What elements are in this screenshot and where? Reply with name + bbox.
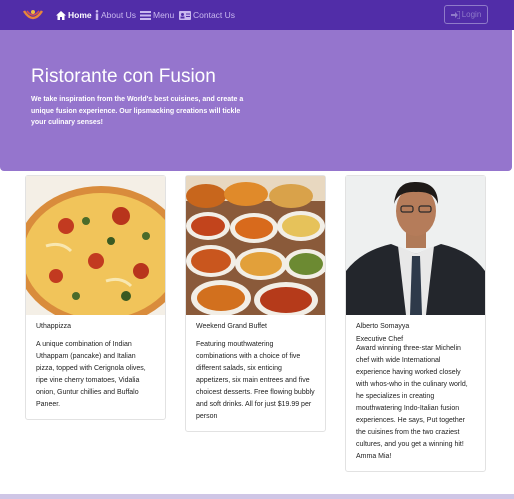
page-title: Ristorante con Fusion bbox=[31, 66, 216, 87]
logo-icon[interactable] bbox=[22, 7, 44, 23]
leader-designation: Executive Chef bbox=[356, 336, 404, 343]
nav-home-label: Home bbox=[68, 10, 92, 20]
footer-edge bbox=[0, 494, 514, 499]
navbar: Home About Us Menu Contact Us Login bbox=[0, 0, 514, 30]
list-icon bbox=[140, 10, 151, 20]
promotion-title: Weekend Grand Buffet bbox=[196, 323, 267, 330]
leader-description: Award winning three-star Michelin chef w… bbox=[356, 345, 468, 460]
chef-photo bbox=[346, 176, 485, 315]
promotion-image bbox=[186, 176, 325, 315]
dish-title: Uthappizza bbox=[36, 323, 72, 330]
leader-card[interactable]: Alberto Somayya Executive Chef Award win… bbox=[345, 175, 486, 472]
address-card-icon bbox=[179, 10, 191, 20]
nav-contact-label: Contact Us bbox=[193, 10, 236, 20]
nav-contact-link[interactable]: Contact Us bbox=[179, 8, 235, 22]
sign-in-icon bbox=[450, 10, 460, 19]
home-icon bbox=[56, 10, 66, 20]
nav-menu-label: Menu bbox=[153, 10, 175, 20]
nav-menu-link[interactable]: Menu bbox=[140, 8, 174, 22]
login-label: Login bbox=[461, 10, 482, 19]
nav-home-link[interactable]: Home bbox=[56, 8, 92, 22]
info-icon bbox=[95, 10, 99, 20]
leader-name: Alberto Somayya bbox=[356, 323, 410, 330]
login-button[interactable]: Login bbox=[444, 5, 488, 24]
promotion-description: Featuring mouthwatering combinations wit… bbox=[196, 341, 315, 420]
dish-card[interactable]: Uthappizza A unique combination of India… bbox=[25, 175, 166, 420]
dish-description: A unique combination of Indian Uthappam … bbox=[36, 341, 146, 408]
jumbotron-text: We take inspiration from the World's bes… bbox=[31, 96, 244, 126]
dish-image bbox=[26, 176, 165, 315]
nav-about-link[interactable]: About Us bbox=[95, 8, 136, 22]
promotion-card[interactable]: Weekend Grand Buffet Featuring mouthwate… bbox=[185, 175, 326, 432]
nav-about-label: About Us bbox=[101, 10, 136, 20]
